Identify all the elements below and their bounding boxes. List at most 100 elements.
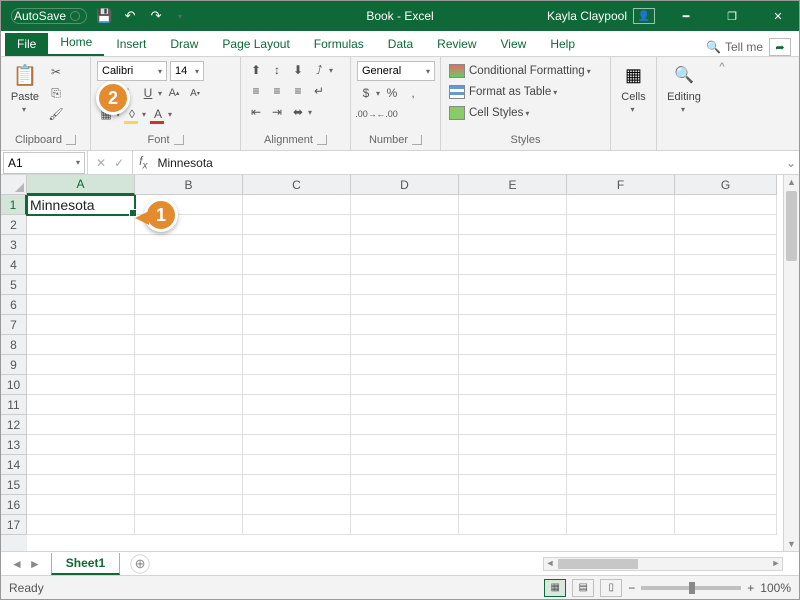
cell-D13[interactable] <box>351 435 459 455</box>
align-top-icon[interactable]: ⬆ <box>247 61 265 79</box>
cell-E17[interactable] <box>459 515 567 535</box>
currency-icon[interactable]: $ <box>357 84 375 102</box>
sheet-nav-prev-icon[interactable]: ◄ <box>11 557 23 571</box>
cell-G3[interactable] <box>675 235 777 255</box>
row-header-17[interactable]: 17 <box>1 515 27 535</box>
zoom-level[interactable]: 100% <box>760 581 791 595</box>
cell-F5[interactable] <box>567 275 675 295</box>
cell-C3[interactable] <box>243 235 351 255</box>
redo-icon[interactable]: ↷ <box>147 7 165 25</box>
row-header-12[interactable]: 12 <box>1 415 27 435</box>
cell-E13[interactable] <box>459 435 567 455</box>
fx-icon[interactable]: fx <box>133 154 153 171</box>
cell-D4[interactable] <box>351 255 459 275</box>
cell-F9[interactable] <box>567 355 675 375</box>
cell-D16[interactable] <box>351 495 459 515</box>
editing-button[interactable]: 🔍 Editing▾ <box>666 61 702 115</box>
row-header-4[interactable]: 4 <box>1 255 27 275</box>
cell-F8[interactable] <box>567 335 675 355</box>
qat-customize-icon[interactable]: ▾ <box>171 7 189 25</box>
tab-formulas[interactable]: Formulas <box>302 33 376 56</box>
cell-C8[interactable] <box>243 335 351 355</box>
cell-F12[interactable] <box>567 415 675 435</box>
row-header-13[interactable]: 13 <box>1 435 27 455</box>
cell-F13[interactable] <box>567 435 675 455</box>
format-as-table-button[interactable]: Format as Table▾ <box>447 84 559 100</box>
cell-C13[interactable] <box>243 435 351 455</box>
cell-G4[interactable] <box>675 255 777 275</box>
cell-C11[interactable] <box>243 395 351 415</box>
cells-button[interactable]: ▦ Cells▾ <box>617 61 650 115</box>
cell-F4[interactable] <box>567 255 675 275</box>
comma-icon[interactable]: , <box>404 84 422 102</box>
select-all-corner[interactable] <box>1 175 27 195</box>
cell-B16[interactable] <box>135 495 243 515</box>
formula-input[interactable]: Minnesota <box>153 156 783 170</box>
tab-review[interactable]: Review <box>425 33 488 56</box>
cell-C14[interactable] <box>243 455 351 475</box>
clipboard-launcher-icon[interactable] <box>66 135 76 145</box>
cell-E3[interactable] <box>459 235 567 255</box>
column-header-C[interactable]: C <box>243 175 351 195</box>
row-header-7[interactable]: 7 <box>1 315 27 335</box>
cell-D7[interactable] <box>351 315 459 335</box>
number-format-combo[interactable]: General▾ <box>357 61 435 81</box>
font-launcher-icon[interactable] <box>174 135 184 145</box>
cell-F1[interactable] <box>567 195 675 215</box>
cell-G17[interactable] <box>675 515 777 535</box>
cell-C7[interactable] <box>243 315 351 335</box>
undo-icon[interactable]: ↶ <box>121 7 139 25</box>
cell-E4[interactable] <box>459 255 567 275</box>
cell-E5[interactable] <box>459 275 567 295</box>
cell-D15[interactable] <box>351 475 459 495</box>
cell-C10[interactable] <box>243 375 351 395</box>
cell-E10[interactable] <box>459 375 567 395</box>
cell-D14[interactable] <box>351 455 459 475</box>
cell-F3[interactable] <box>567 235 675 255</box>
cell-E15[interactable] <box>459 475 567 495</box>
tab-file[interactable]: File <box>5 33 48 56</box>
conditional-formatting-button[interactable]: Conditional Formatting▾ <box>447 63 593 79</box>
font-size-combo[interactable]: 14▾ <box>170 61 204 81</box>
cell-A1[interactable]: Minnesota <box>27 195 135 215</box>
cell-F11[interactable] <box>567 395 675 415</box>
cell-G2[interactable] <box>675 215 777 235</box>
underline-button[interactable]: U <box>139 84 157 102</box>
column-header-G[interactable]: G <box>675 175 777 195</box>
page-layout-view-button[interactable]: ▤ <box>572 579 594 597</box>
share-button[interactable]: ➦ <box>769 38 791 56</box>
close-button[interactable]: ✕ <box>757 1 799 31</box>
cell-B5[interactable] <box>135 275 243 295</box>
column-header-E[interactable]: E <box>459 175 567 195</box>
paste-button[interactable]: 📋 Paste▾ <box>7 61 43 115</box>
sheet-nav-next-icon[interactable]: ► <box>29 557 41 571</box>
cell-G16[interactable] <box>675 495 777 515</box>
normal-view-button[interactable]: ▦ <box>544 579 566 597</box>
name-box[interactable]: A1▾ <box>3 152 85 174</box>
cell-B8[interactable] <box>135 335 243 355</box>
hscroll-thumb[interactable] <box>558 559 638 569</box>
cell-C12[interactable] <box>243 415 351 435</box>
row-header-14[interactable]: 14 <box>1 455 27 475</box>
enter-formula-icon[interactable]: ✓ <box>114 156 124 170</box>
row-header-2[interactable]: 2 <box>1 215 27 235</box>
tab-insert[interactable]: Insert <box>104 33 158 56</box>
cell-A10[interactable] <box>27 375 135 395</box>
zoom-slider[interactable] <box>641 586 741 590</box>
align-right-icon[interactable]: ≡ <box>289 82 307 100</box>
cell-G8[interactable] <box>675 335 777 355</box>
font-name-combo[interactable]: Calibri▾ <box>97 61 167 81</box>
page-break-view-button[interactable]: ▯ <box>600 579 622 597</box>
cell-A3[interactable] <box>27 235 135 255</box>
row-header-9[interactable]: 9 <box>1 355 27 375</box>
cell-A15[interactable] <box>27 475 135 495</box>
cells-area[interactable]: Minnesota <box>27 195 777 551</box>
increase-indent-icon[interactable]: ⇥ <box>268 103 286 121</box>
cell-E7[interactable] <box>459 315 567 335</box>
cell-B13[interactable] <box>135 435 243 455</box>
row-header-1[interactable]: 1 <box>1 195 27 215</box>
sheet-tab-sheet1[interactable]: Sheet1 <box>51 553 120 575</box>
cell-B15[interactable] <box>135 475 243 495</box>
row-header-11[interactable]: 11 <box>1 395 27 415</box>
cell-F17[interactable] <box>567 515 675 535</box>
